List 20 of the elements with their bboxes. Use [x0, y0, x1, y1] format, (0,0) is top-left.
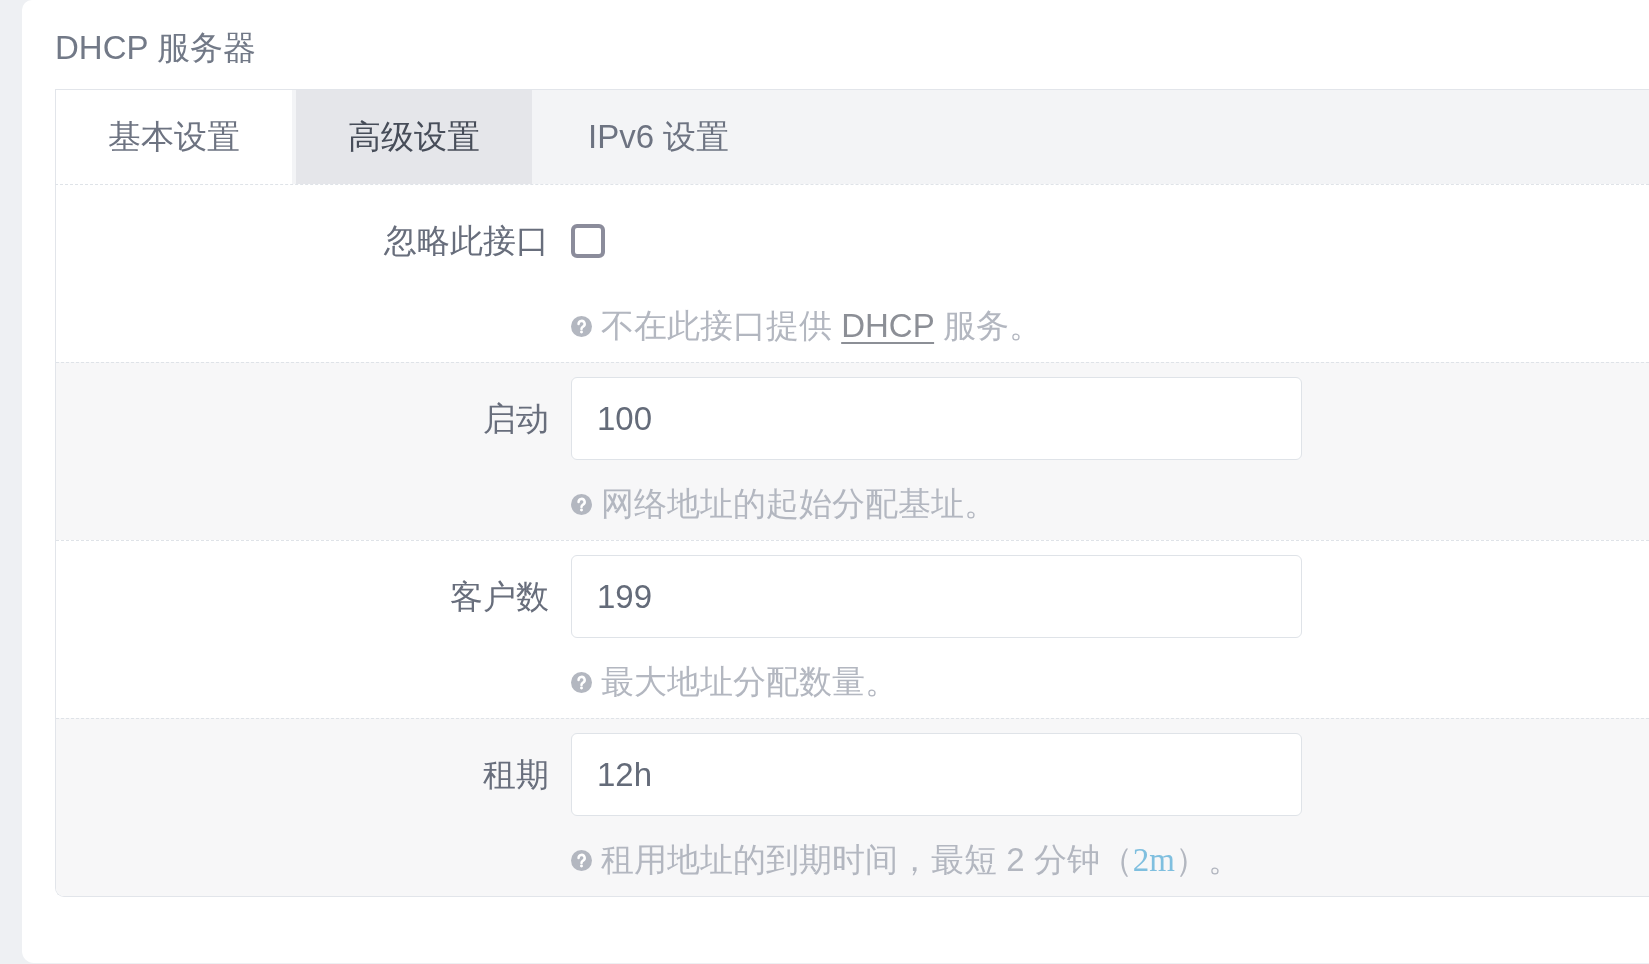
help-icon — [571, 671, 592, 693]
help-text: 租用地址的到期时间，最短 2 分钟（2m）。 — [601, 840, 1241, 880]
help-text: 不在此接口提供 DHCP 服务。 — [601, 306, 1043, 346]
field-label: 忽略此接口 — [384, 220, 549, 261]
text-input[interactable]: 199 — [571, 555, 1302, 638]
field-label: 启动 — [483, 398, 549, 439]
tab[interactable]: 基本设置 — [56, 90, 292, 184]
help-text: 网络地址的起始分配基址。 — [601, 484, 997, 524]
field-label: 客户数 — [450, 576, 549, 617]
help-text: 最大地址分配数量。 — [601, 662, 898, 702]
text-input[interactable]: 100 — [571, 377, 1302, 460]
section-title: DHCP 服务器 — [55, 28, 258, 68]
help-icon — [571, 493, 592, 515]
tab[interactable]: IPv6 设置 — [536, 90, 782, 184]
checkbox[interactable] — [571, 223, 605, 258]
tab[interactable]: 高级设置 — [296, 90, 532, 184]
text-input[interactable]: 12h — [571, 733, 1302, 816]
field-label: 租期 — [483, 754, 549, 795]
help-icon — [571, 315, 592, 337]
help-icon — [571, 849, 592, 871]
